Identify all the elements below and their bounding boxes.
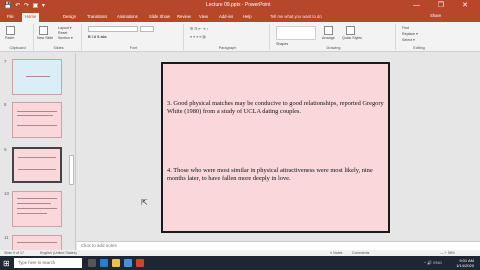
select-button[interactable]: Select ▾ xyxy=(402,38,415,42)
thumbnail-title-line xyxy=(26,76,50,77)
slide-thumbnail[interactable] xyxy=(12,59,62,95)
new-slide-icon[interactable] xyxy=(39,26,48,35)
thumbnail-text-line xyxy=(17,115,53,116)
store-icon[interactable] xyxy=(124,259,132,267)
notes-pane[interactable]: Click to add notes xyxy=(77,241,480,250)
slide-paragraph-3[interactable]: 3. Good physical matches may be conduciv… xyxy=(167,100,386,116)
replace-button[interactable]: Replace ▾ xyxy=(402,32,418,36)
thumbnail-text-line xyxy=(17,125,57,126)
thumbnail-text-line xyxy=(17,198,57,199)
thumbnail-number: 10 xyxy=(4,191,10,196)
tab-slide-show[interactable]: Slide Show xyxy=(146,13,173,20)
layout-button[interactable]: Layout ▾ xyxy=(58,26,72,30)
align-icon[interactable]: ≡ ≡ ≡ ≡ ▥ xyxy=(190,35,206,39)
edge-icon[interactable] xyxy=(100,259,108,267)
font-label: Font xyxy=(129,46,138,50)
share-button[interactable]: Share xyxy=(430,13,441,18)
clock[interactable]: 9:01 AM 1/14/2020 xyxy=(456,258,474,268)
taskbar-search[interactable]: Type here to search xyxy=(14,258,82,268)
document-title: Lecture 09.pptx - PowerPoint xyxy=(206,2,271,8)
editing-label: Editing xyxy=(413,46,425,50)
tab-review[interactable]: Review xyxy=(174,13,194,20)
bullets-icon[interactable]: ☰ ☷ ⇤ ⇥ ↕ xyxy=(190,27,208,31)
thumbnail-text-line xyxy=(17,203,51,204)
tab-add-ins[interactable]: Add-ins xyxy=(216,13,236,20)
slide-paragraph-4[interactable]: 4. Those who were most similar in physic… xyxy=(167,167,386,183)
slide-counter: Slide 9 of 17 xyxy=(4,251,24,255)
tell-me-search[interactable]: Tell me what you want to do xyxy=(270,14,322,19)
clock-date: 1/14/2020 xyxy=(456,263,474,268)
thumbnail-number: 7 xyxy=(4,59,7,64)
thumbnail-text-line xyxy=(17,208,57,209)
thumbnail-number: 11 xyxy=(4,235,9,240)
tab-transitions[interactable]: Transitions xyxy=(84,13,110,20)
editing-group: Find Replace ▾ Select ▾ Editing xyxy=(398,24,440,50)
quick-styles-button[interactable]: Quick Styles xyxy=(342,36,362,40)
paragraph-label: Paragraph xyxy=(218,46,237,50)
thumbnail-scrollbar[interactable] xyxy=(69,155,74,185)
slide-thumbnail-selected[interactable] xyxy=(12,147,62,183)
current-slide[interactable]: 3. Good physical matches may be conduciv… xyxy=(161,62,390,233)
bold-icon[interactable]: B I U S abc xyxy=(88,35,107,39)
reset-button[interactable]: Reset xyxy=(58,31,67,35)
arrange-icon[interactable] xyxy=(324,26,333,35)
tab-home[interactable]: Home xyxy=(22,13,40,22)
quick-access-toolbar[interactable]: 💾 ↶ ↷ ▣ ▾ xyxy=(4,2,46,9)
window-controls[interactable]: — ❐ ✕ xyxy=(413,1,476,9)
tab-animations[interactable]: Animations xyxy=(114,13,141,20)
drawing-label: Drawing xyxy=(326,46,341,50)
font-name-box[interactable] xyxy=(88,26,138,32)
thumbnail-text-line xyxy=(17,111,57,112)
clipboard-group: Paste Clipboard xyxy=(2,24,34,50)
tab-help[interactable]: Help xyxy=(240,13,255,20)
drawing-group: Shapes Arrange Quick Styles Drawing xyxy=(272,24,396,50)
system-tray[interactable]: ^ 🔊 ENG xyxy=(424,260,442,265)
quick-styles-icon[interactable] xyxy=(346,26,355,35)
new-slide-button[interactable]: New Slide xyxy=(37,36,53,40)
thumbnail-number: 9 xyxy=(4,147,7,152)
font-size-box[interactable] xyxy=(140,26,154,32)
paste-button[interactable]: Paste xyxy=(5,36,14,40)
slide-canvas[interactable]: 3. Good physical matches may be conduciv… xyxy=(77,53,480,241)
windows-start-icon[interactable]: ⊞ xyxy=(3,259,10,268)
mouse-cursor-icon: ⇱ xyxy=(141,198,148,207)
paste-icon[interactable] xyxy=(6,26,15,35)
task-view-icon[interactable] xyxy=(88,259,96,267)
zoom-control[interactable]: — + 56% xyxy=(440,251,455,255)
font-group: B I U S abc Font xyxy=(84,24,184,50)
tab-view[interactable]: View xyxy=(196,13,211,20)
ribbon-tabs: File Home Design Transitions Animations … xyxy=(0,12,480,22)
file-explorer-icon[interactable] xyxy=(112,259,120,267)
taskbar: ⊞ Type here to search ^ 🔊 ENG 9:01 AM 1/… xyxy=(0,256,480,270)
thumbnail-text-line xyxy=(17,242,57,243)
powerpoint-icon[interactable] xyxy=(136,259,144,267)
notes-toggle[interactable]: ≡ Notes xyxy=(330,251,342,255)
slide-thumbnail[interactable] xyxy=(12,235,62,251)
notes-placeholder[interactable]: Click to add notes xyxy=(81,243,117,248)
section-button[interactable]: Section ▾ xyxy=(58,36,73,40)
thumbnail-text-line xyxy=(18,169,56,170)
tab-design[interactable]: Design xyxy=(60,13,79,20)
title-bar: 💾 ↶ ↷ ▣ ▾ Lecture 09.pptx - PowerPoint —… xyxy=(0,0,480,12)
arrange-button[interactable]: Arrange xyxy=(322,36,335,40)
slide-thumbnail[interactable] xyxy=(12,191,62,227)
thumbnail-text-line xyxy=(17,213,47,214)
paragraph-group: ☰ ☷ ⇤ ⇥ ↕ ≡ ≡ ≡ ≡ ▥ Paragraph xyxy=(186,24,270,50)
comments-toggle[interactable]: Comments xyxy=(352,251,369,255)
language-indicator[interactable]: English (United States) xyxy=(40,251,77,255)
clipboard-label: Clipboard xyxy=(9,46,26,50)
taskbar-search-text[interactable]: Type here to search xyxy=(18,260,55,265)
slide-thumbnail-panel[interactable]: 7 8 9 10 11 xyxy=(0,53,76,253)
slides-group: New Slide Layout ▾ Reset Section ▾ Slide… xyxy=(36,24,82,50)
find-button[interactable]: Find xyxy=(402,26,409,30)
slides-label: Slides xyxy=(53,46,64,50)
ribbon: Paste Clipboard New Slide Layout ▾ Reset… xyxy=(0,22,480,52)
thumbnail-text-line xyxy=(18,157,56,158)
tab-file[interactable]: File xyxy=(4,13,17,20)
thumbnail-number: 8 xyxy=(4,102,7,107)
slide-thumbnail[interactable] xyxy=(12,102,62,138)
shapes-gallery[interactable] xyxy=(276,26,316,40)
